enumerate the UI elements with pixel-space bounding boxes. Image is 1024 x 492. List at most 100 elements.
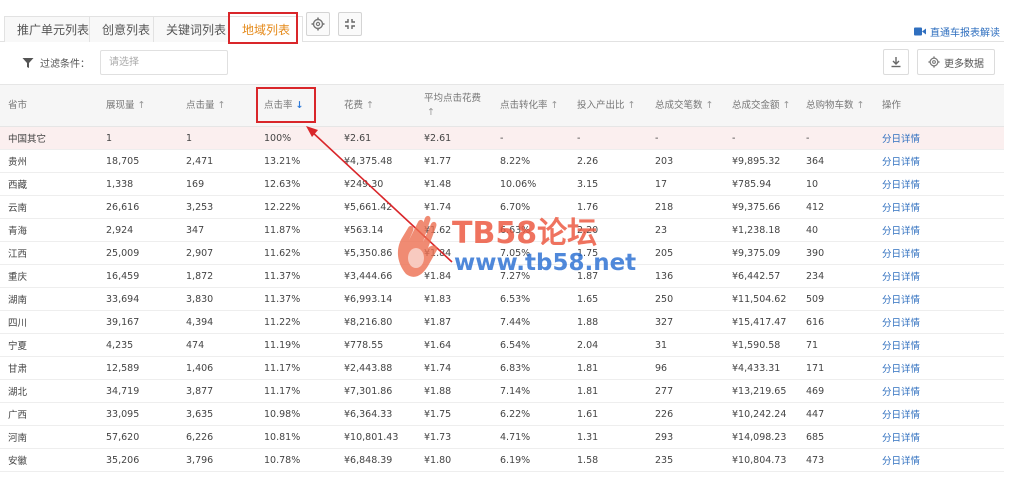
- settings-button[interactable]: [306, 12, 330, 36]
- download-button[interactable]: [883, 49, 909, 75]
- daily-detail-link[interactable]: 分日详情: [874, 218, 1004, 242]
- table-row: 江西 25,009 2,907 11.62% ¥5,350.86 ¥1.84 7.05% 1.…: [0, 241, 1004, 265]
- table-cell: 2,924: [98, 218, 178, 242]
- table-cell: 10.06%: [492, 172, 569, 196]
- collapse-button[interactable]: [338, 12, 362, 36]
- table-cell: ¥5,661.42: [336, 195, 416, 219]
- table-cell: -: [647, 126, 724, 150]
- table-cell: 35,206: [98, 448, 178, 472]
- sort-up-icon[interactable]: ↑: [218, 100, 226, 111]
- table-cell: 235: [647, 448, 724, 472]
- column-header[interactable]: 投入产出比 ↑: [569, 84, 647, 127]
- sort-up-icon[interactable]: ↑: [857, 100, 865, 111]
- tab-creatives[interactable]: 创意列表: [89, 16, 164, 42]
- daily-detail-link[interactable]: 分日详情: [874, 172, 1004, 196]
- table-cell: -: [724, 126, 798, 150]
- table-cell: 509: [798, 287, 874, 311]
- table-cell: 10: [798, 172, 874, 196]
- filter-icon: [22, 57, 34, 68]
- sort-up-icon[interactable]: ↑: [366, 100, 374, 111]
- report-guide-link[interactable]: 直通车报表解读: [914, 24, 1000, 39]
- daily-detail-link[interactable]: 分日详情: [874, 241, 1004, 265]
- region-report-table: 省市 展现量 ↑ 点击量 ↑ 点击率 ↓ 花费 ↑ 平均点击花费 ↑ 点击转化率 ↑ 投入产…: [0, 84, 1004, 472]
- daily-detail-link[interactable]: 分日详情: [874, 402, 1004, 426]
- column-header-label: 展现量: [106, 99, 135, 111]
- table-cell: ¥5,350.86: [336, 241, 416, 265]
- daily-detail-link[interactable]: 分日详情: [874, 333, 1004, 357]
- table-cell: 3,877: [178, 379, 256, 403]
- column-header[interactable]: 点击转化率 ↑: [492, 84, 569, 127]
- table-cell: 10.78%: [256, 448, 336, 472]
- sort-up-icon[interactable]: ↑: [427, 107, 435, 118]
- table-cell: 18,705: [98, 149, 178, 173]
- column-header[interactable]: 总成交笔数 ↑: [647, 84, 724, 127]
- daily-detail-link[interactable]: 分日详情: [874, 149, 1004, 173]
- column-header-label: 花费: [344, 99, 364, 111]
- table-cell: 12.63%: [256, 172, 336, 196]
- table-cell: 3,253: [178, 195, 256, 219]
- sort-up-icon[interactable]: ↑: [551, 100, 559, 111]
- table-cell: 6.63%: [492, 218, 569, 242]
- daily-detail-link[interactable]: 分日详情: [874, 126, 1004, 150]
- table-cell: ¥1.74: [416, 195, 492, 219]
- table-row-highlighted: 中国其它 1 1 100% ¥2.61 ¥2.61- - - - - 分日详情: [0, 126, 1004, 150]
- table-cell: ¥10,801.43: [336, 425, 416, 449]
- column-header[interactable]: 花费 ↑: [336, 84, 416, 127]
- filter-select-input[interactable]: [100, 50, 228, 75]
- table-cell: 226: [647, 402, 724, 426]
- report-guide-label[interactable]: 直通车报表解读: [930, 24, 1000, 39]
- table-cell: ¥6,364.33: [336, 402, 416, 426]
- table-cell: 1.75: [569, 241, 647, 265]
- table-row: 河南 57,620 6,226 10.81% ¥10,801.43 ¥1.73 4.71% 1…: [0, 425, 1004, 449]
- column-header[interactable]: 总成交金额 ↑: [724, 84, 798, 127]
- table-cell: 1.31: [569, 425, 647, 449]
- column-header[interactable]: 总购物车数 ↑: [798, 84, 874, 127]
- table-cell: ¥1.80: [416, 448, 492, 472]
- column-header[interactable]: 点击量 ↑: [178, 84, 256, 127]
- daily-detail-link[interactable]: 分日详情: [874, 195, 1004, 219]
- daily-detail-link[interactable]: 分日详情: [874, 425, 1004, 449]
- table-cell: 25,009: [98, 241, 178, 265]
- table-row: 甘肃 12,589 1,406 11.17% ¥2,443.88 ¥1.74 6.83% 1.…: [0, 356, 1004, 380]
- daily-detail-link[interactable]: 分日详情: [874, 379, 1004, 403]
- daily-detail-link[interactable]: 分日详情: [874, 264, 1004, 288]
- table-cell: 6.22%: [492, 402, 569, 426]
- table-cell: 327: [647, 310, 724, 334]
- table-cell: 1,338: [98, 172, 178, 196]
- table-cell: 1,406: [178, 356, 256, 380]
- table-cell: ¥249.30: [336, 172, 416, 196]
- table-cell: 12.22%: [256, 195, 336, 219]
- sort-up-icon[interactable]: ↑: [783, 100, 791, 111]
- table-cell: 11.17%: [256, 379, 336, 403]
- more-data-label[interactable]: 更多数据: [944, 55, 984, 70]
- tab-keywords[interactable]: 关键词列表: [153, 16, 240, 42]
- daily-detail-link[interactable]: 分日详情: [874, 287, 1004, 311]
- table-cell: ¥1.64: [416, 333, 492, 357]
- more-data-button[interactable]: 更多数据: [917, 49, 995, 75]
- column-header[interactable]: 展现量 ↑: [98, 84, 178, 127]
- table-cell: 8.22%: [492, 149, 569, 173]
- column-header-label: 点击量: [186, 99, 215, 111]
- table-cell: ¥3,444.66: [336, 264, 416, 288]
- table-cell: 293: [647, 425, 724, 449]
- table-cell: 57,620: [98, 425, 178, 449]
- table-cell: 364: [798, 149, 874, 173]
- table-cell: -: [492, 126, 569, 150]
- table-cell: ¥1.84: [416, 241, 492, 265]
- table-cell: 171: [798, 356, 874, 380]
- active-tab-highlight-box: [228, 12, 298, 44]
- table-cell: ¥9,895.32: [724, 149, 798, 173]
- daily-detail-link[interactable]: 分日详情: [874, 356, 1004, 380]
- table-cell: 2.20: [569, 218, 647, 242]
- sort-up-icon[interactable]: ↑: [138, 100, 146, 111]
- table-row: 四川 39,167 4,394 11.22% ¥8,216.80 ¥1.87 7.44% 1.…: [0, 310, 1004, 334]
- daily-detail-link[interactable]: 分日详情: [874, 310, 1004, 334]
- daily-detail-link[interactable]: 分日详情: [874, 448, 1004, 472]
- table-cell: ¥778.55: [336, 333, 416, 357]
- column-header[interactable]: 平均点击花费 ↑: [416, 84, 492, 127]
- sort-up-icon[interactable]: ↑: [628, 100, 636, 111]
- tab-promotion-units[interactable]: 推广单元列表: [4, 16, 103, 42]
- table-cell: ¥9,375.09: [724, 241, 798, 265]
- table-cell: 347: [178, 218, 256, 242]
- sort-up-icon[interactable]: ↑: [706, 100, 714, 111]
